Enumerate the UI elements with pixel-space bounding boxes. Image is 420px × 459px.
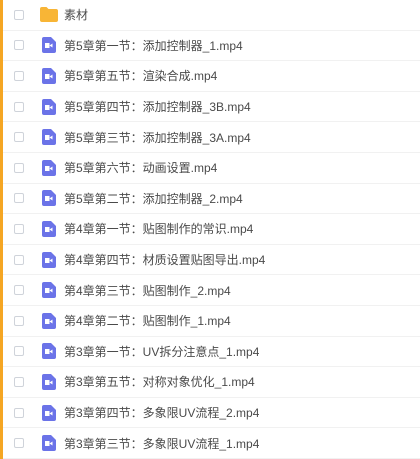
list-item-file[interactable]: 第5章第二节：添加控制器_2.mp4 xyxy=(3,184,420,215)
list-item-file[interactable]: 第4章第四节：材质设置贴图导出.mp4 xyxy=(3,245,420,276)
row-checkbox[interactable] xyxy=(14,101,24,112)
file-name: 第4章第一节：贴图制作的常识.mp4 xyxy=(64,222,254,237)
video-file-icon xyxy=(40,190,58,207)
file-name: 第5章第三节：添加控制器_3A.mp4 xyxy=(64,130,251,145)
file-name: 第4章第三节：贴图制作_2.mp4 xyxy=(64,283,231,298)
list-item-file[interactable]: 第5章第六节：动画设置.mp4 xyxy=(3,153,420,184)
row-checkbox[interactable] xyxy=(14,193,24,204)
file-name: 第5章第六节：动画设置.mp4 xyxy=(64,161,218,176)
list-item-file[interactable]: 第4章第二节：贴图制作_1.mp4 xyxy=(3,306,420,337)
row-checkbox[interactable] xyxy=(14,438,24,449)
file-name: 素材 xyxy=(64,8,89,23)
row-checkbox[interactable] xyxy=(14,407,24,418)
row-checkbox[interactable] xyxy=(14,40,24,51)
list-item-file[interactable]: 第3章第四节：多象限UV流程_2.mp4 xyxy=(3,398,420,429)
row-checkbox[interactable] xyxy=(14,70,24,81)
list-item-file[interactable]: 第5章第一节：添加控制器_1.mp4 xyxy=(3,31,420,62)
video-file-icon xyxy=(40,67,58,84)
file-name: 第3章第四节：多象限UV流程_2.mp4 xyxy=(64,406,260,421)
video-file-icon xyxy=(40,251,58,268)
video-file-icon xyxy=(40,98,58,115)
row-checkbox[interactable] xyxy=(14,285,24,296)
row-checkbox[interactable] xyxy=(14,376,24,387)
list-item-file[interactable]: 第3章第一节：UV拆分注意点_1.mp4 xyxy=(3,337,420,368)
list-item-file[interactable]: 第3章第三节：多象限UV流程_1.mp4 xyxy=(3,428,420,459)
row-checkbox[interactable] xyxy=(14,9,24,20)
row-checkbox[interactable] xyxy=(14,254,24,265)
list-item-folder[interactable]: 素材 xyxy=(3,0,420,31)
video-file-icon xyxy=(40,159,58,176)
file-list: 素材 第5章第一节：添加控制器_1.mp4 第5章第五节：渲染合成.mp4 第5… xyxy=(3,0,420,459)
file-name: 第4章第二节：贴图制作_1.mp4 xyxy=(64,314,231,329)
list-item-file[interactable]: 第5章第五节：渲染合成.mp4 xyxy=(3,61,420,92)
list-item-file[interactable]: 第5章第三节：添加控制器_3A.mp4 xyxy=(3,122,420,153)
list-item-file[interactable]: 第5章第四节：添加控制器_3B.mp4 xyxy=(3,92,420,123)
video-file-icon xyxy=(40,220,58,237)
video-file-icon xyxy=(40,129,58,146)
video-file-icon xyxy=(40,373,58,390)
list-item-file[interactable]: 第3章第五节：对称对象优化_1.mp4 xyxy=(3,367,420,398)
row-checkbox[interactable] xyxy=(14,223,24,234)
video-file-icon xyxy=(40,435,58,452)
file-name: 第3章第一节：UV拆分注意点_1.mp4 xyxy=(64,344,260,359)
row-checkbox[interactable] xyxy=(14,162,24,173)
video-file-icon xyxy=(40,312,58,329)
row-checkbox[interactable] xyxy=(14,132,24,143)
video-file-icon xyxy=(40,37,58,54)
list-item-file[interactable]: 第4章第一节：贴图制作的常识.mp4 xyxy=(3,214,420,245)
file-name: 第5章第一节：添加控制器_1.mp4 xyxy=(64,38,243,53)
file-name: 第3章第五节：对称对象优化_1.mp4 xyxy=(64,375,255,390)
video-file-icon xyxy=(40,282,58,299)
list-item-file[interactable]: 第4章第三节：贴图制作_2.mp4 xyxy=(3,275,420,306)
file-name: 第5章第四节：添加控制器_3B.mp4 xyxy=(64,100,251,115)
file-name: 第5章第五节：渲染合成.mp4 xyxy=(64,69,218,84)
video-file-icon xyxy=(40,404,58,421)
video-file-icon xyxy=(40,343,58,360)
row-checkbox[interactable] xyxy=(14,346,24,357)
file-name: 第4章第四节：材质设置贴图导出.mp4 xyxy=(64,253,266,268)
file-name: 第5章第二节：添加控制器_2.mp4 xyxy=(64,191,243,206)
row-checkbox[interactable] xyxy=(14,315,24,326)
file-name: 第3章第三节：多象限UV流程_1.mp4 xyxy=(64,436,260,451)
folder-icon xyxy=(40,7,58,23)
